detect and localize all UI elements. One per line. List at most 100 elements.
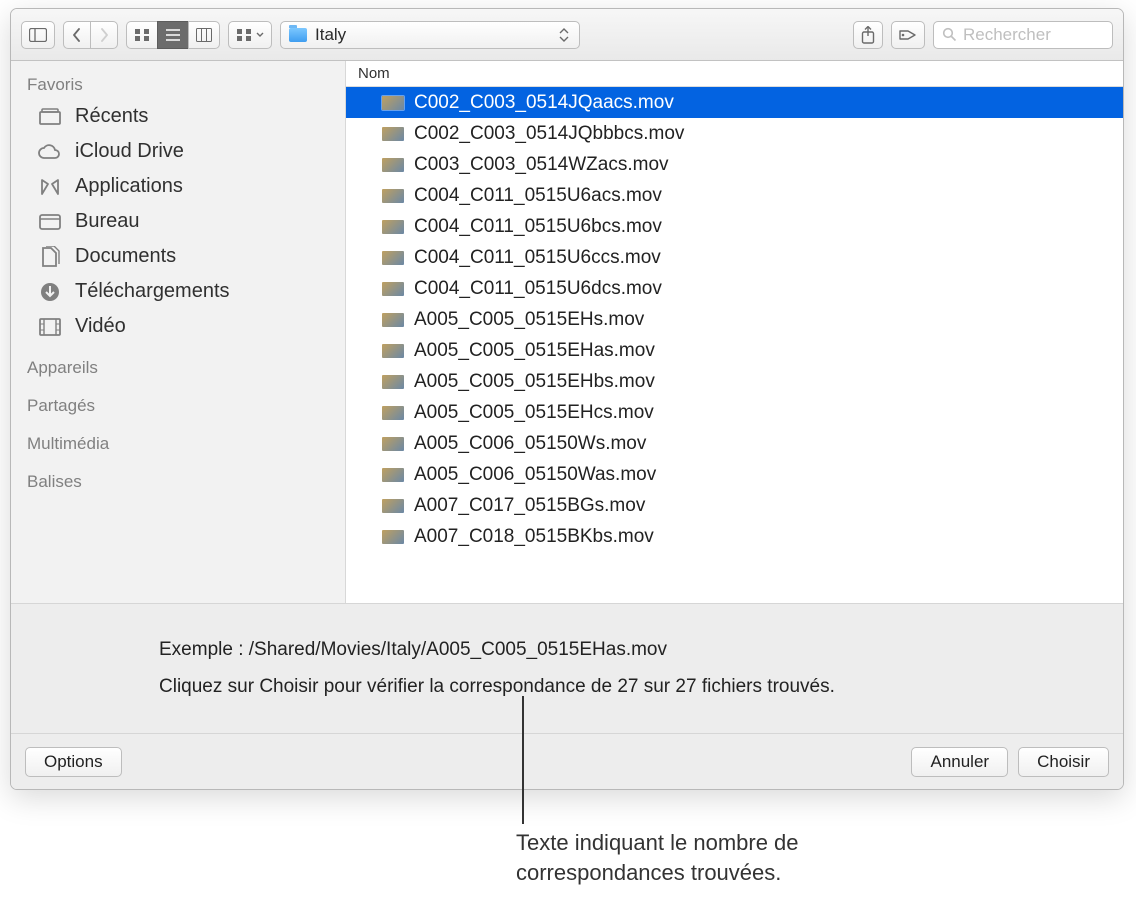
file-row[interactable]: C002_C003_0514JQbbbcs.mov [346, 118, 1123, 149]
sidebar-item-documents[interactable]: Documents [11, 239, 345, 274]
match-count-text: Cliquez sur Choisir pour vérifier la cor… [159, 673, 1123, 702]
tags-button[interactable] [891, 21, 925, 49]
view-list-button[interactable] [157, 21, 188, 49]
options-button[interactable]: Options [25, 747, 122, 777]
file-thumbnail-icon [382, 344, 404, 358]
file-thumbnail-icon [382, 96, 404, 110]
file-row[interactable]: A005_C005_0515EHs.mov [346, 304, 1123, 335]
file-row[interactable]: A005_C005_0515EHbs.mov [346, 366, 1123, 397]
sidebar-item-label: Récents [75, 105, 148, 128]
example-path-text: Exemple : /Shared/Movies/Italy/A005_C005… [159, 636, 1123, 665]
sidebar-header-shared: Partagés [11, 390, 345, 420]
file-row[interactable]: A005_C006_05150Was.mov [346, 459, 1123, 490]
sidebar-item-label: iCloud Drive [75, 140, 184, 163]
file-row[interactable]: C004_C011_0515U6dcs.mov [346, 273, 1123, 304]
sidebar-header-devices: Appareils [11, 352, 345, 382]
sidebar: Favoris Récents iCloud Drive Application… [11, 61, 346, 603]
view-column-button[interactable] [188, 21, 220, 49]
sidebar-item-label: Vidéo [75, 315, 126, 338]
sidebar-item-icloud[interactable]: iCloud Drive [11, 134, 345, 169]
bottom-bar: Options Annuler Choisir [11, 733, 1123, 789]
file-row[interactable]: A007_C018_0515BKbs.mov [346, 521, 1123, 552]
column-header-name[interactable]: Nom [346, 61, 1123, 87]
file-rows: C002_C003_0514JQaacs.mov C002_C003_0514JQ… [346, 87, 1123, 603]
sidebar-item-downloads[interactable]: Téléchargements [11, 274, 345, 309]
file-thumbnail-icon [382, 313, 404, 327]
forward-button[interactable] [90, 21, 118, 49]
group-menu [228, 21, 272, 49]
file-name: A005_C006_05150Was.mov [414, 464, 656, 486]
file-thumbnail-icon [382, 375, 404, 389]
file-row[interactable]: C002_C003_0514JQaacs.mov [346, 87, 1123, 118]
path-dropdown[interactable]: Italy [280, 21, 580, 49]
path-stepper-icon [557, 28, 571, 42]
file-list: Nom C002_C003_0514JQaacs.movC002_C003_05… [346, 61, 1123, 603]
file-name: A005_C006_05150Ws.mov [414, 433, 646, 455]
sidebar-toggle-button[interactable] [21, 21, 55, 49]
sidebar-item-desktop[interactable]: Bureau [11, 204, 345, 239]
desktop-icon [37, 211, 63, 233]
cancel-button[interactable]: Annuler [911, 747, 1008, 777]
file-name: C002_C003_0514JQbbbcs.mov [414, 123, 684, 145]
choose-button[interactable]: Choisir [1018, 747, 1109, 777]
nav-back-forward [63, 21, 118, 49]
view-mode-segment [126, 21, 220, 49]
file-name: A005_C005_0515EHs.mov [414, 309, 644, 331]
file-name: C004_C011_0515U6ccs.mov [414, 247, 661, 269]
file-name: A007_C018_0515BKbs.mov [414, 526, 654, 548]
share-button[interactable] [853, 21, 883, 49]
search-placeholder: Rechercher [963, 25, 1051, 45]
file-thumbnail-icon [382, 530, 404, 544]
file-name: C003_C003_0514WZacs.mov [414, 154, 669, 176]
downloads-icon [37, 281, 63, 303]
file-row[interactable]: A007_C017_0515BGs.mov [346, 490, 1123, 521]
sidebar-item-label: Bureau [75, 210, 140, 233]
file-name: A005_C005_0515EHcs.mov [414, 402, 654, 424]
path-label: Italy [315, 25, 549, 45]
file-thumbnail-icon [382, 468, 404, 482]
chevron-down-icon [256, 32, 264, 38]
file-name: C004_C011_0515U6dcs.mov [414, 278, 662, 300]
video-icon [37, 316, 63, 338]
sidebar-item-applications[interactable]: Applications [11, 169, 345, 204]
file-thumbnail-icon [382, 499, 404, 513]
sidebar-item-recents[interactable]: Récents [11, 99, 345, 134]
file-row[interactable]: C004_C011_0515U6acs.mov [346, 180, 1123, 211]
callout-line [522, 696, 524, 824]
folder-icon [289, 28, 307, 42]
file-row[interactable]: A005_C005_0515EHcs.mov [346, 397, 1123, 428]
file-thumbnail-icon [382, 406, 404, 420]
file-name: C002_C003_0514JQaacs.mov [414, 92, 674, 114]
file-row[interactable]: C004_C011_0515U6ccs.mov [346, 242, 1123, 273]
file-name: A007_C017_0515BGs.mov [414, 495, 645, 517]
search-field[interactable]: Rechercher [933, 21, 1113, 49]
group-by-button[interactable] [228, 21, 272, 49]
file-name: C004_C011_0515U6bcs.mov [414, 216, 662, 238]
file-row[interactable]: A005_C006_05150Ws.mov [346, 428, 1123, 459]
documents-icon [37, 246, 63, 268]
sidebar-item-label: Téléchargements [75, 280, 230, 303]
sidebar-header-favorites: Favoris [11, 69, 345, 99]
file-name: A005_C005_0515EHas.mov [414, 340, 655, 362]
file-row[interactable]: C004_C011_0515U6bcs.mov [346, 211, 1123, 242]
file-thumbnail-icon [382, 437, 404, 451]
cloud-icon [37, 141, 63, 163]
file-row[interactable]: A005_C005_0515EHas.mov [346, 335, 1123, 366]
sidebar-item-label: Applications [75, 175, 183, 198]
info-panel: Exemple : /Shared/Movies/Italy/A005_C005… [11, 603, 1123, 733]
sidebar-header-media: Multimédia [11, 428, 345, 458]
sidebar-item-label: Documents [75, 245, 176, 268]
sidebar-item-video[interactable]: Vidéo [11, 309, 345, 344]
file-name: A005_C005_0515EHbs.mov [414, 371, 655, 393]
file-thumbnail-icon [382, 127, 404, 141]
callout-text: Texte indiquant le nombre de corresponda… [516, 828, 916, 887]
back-button[interactable] [63, 21, 90, 49]
recents-icon [37, 106, 63, 128]
applications-icon [37, 176, 63, 198]
file-row[interactable]: C003_C003_0514WZacs.mov [346, 149, 1123, 180]
toolbar: Italy Rechercher [11, 9, 1123, 61]
view-icon-button[interactable] [126, 21, 157, 49]
file-thumbnail-icon [382, 282, 404, 296]
finder-open-dialog: Italy Rechercher Favoris Récents [10, 8, 1124, 790]
sidebar-header-tags: Balises [11, 466, 345, 496]
